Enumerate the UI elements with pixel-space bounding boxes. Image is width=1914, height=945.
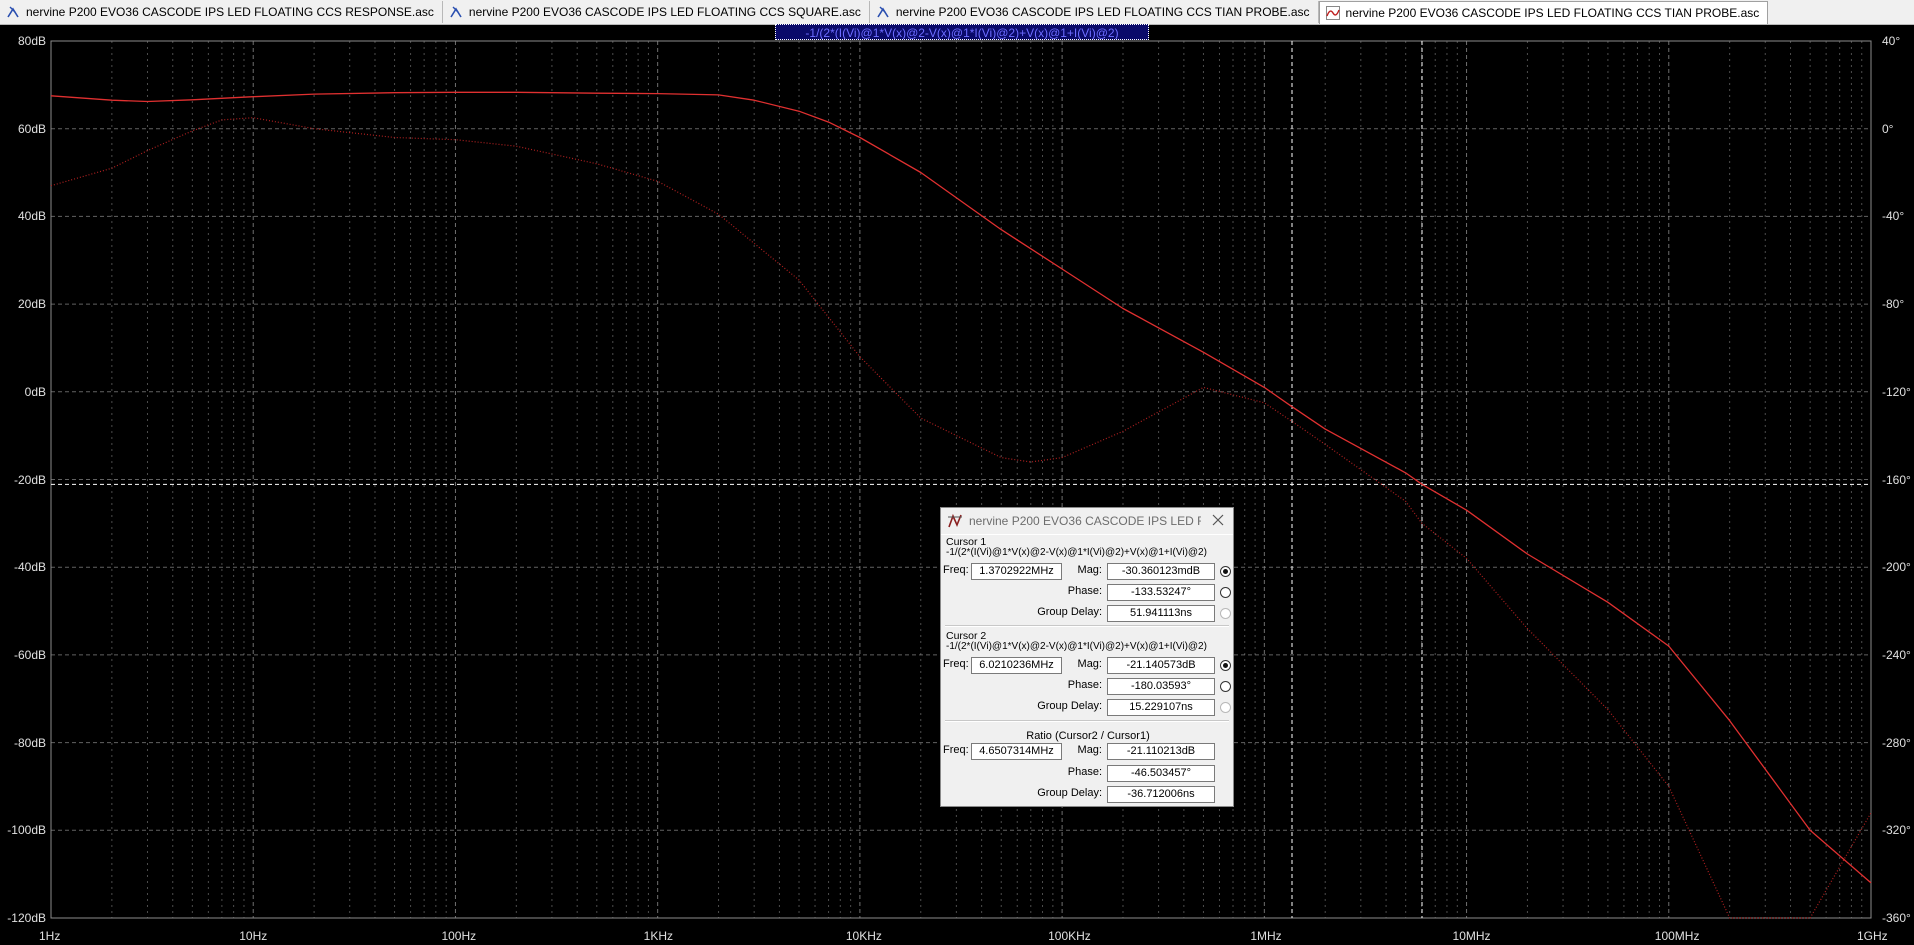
- y-axis-right-tick-label: -160°: [1882, 472, 1911, 487]
- y-axis-right-tick-label: -120°: [1882, 384, 1911, 399]
- trace-expression-label[interactable]: -1/(2*(I(Vi)@1*V(x)@2-V(x)@1*I(Vi)@2)+V(…: [775, 24, 1149, 40]
- cursor2-mag-radio[interactable]: [1220, 660, 1231, 671]
- x-axis-tick-label: 1MHz: [1250, 929, 1282, 943]
- cursor2-phase-radio[interactable]: [1220, 681, 1231, 692]
- ratio-phase-label: Phase:: [1067, 766, 1102, 778]
- ratio-mag-field[interactable]: -21.110213dB: [1107, 743, 1215, 760]
- cursor1-phase-radio[interactable]: [1220, 587, 1231, 598]
- y-axis-left-tick-label: 20dB: [17, 297, 46, 312]
- y-axis-left-tick-label: 60dB: [17, 121, 46, 136]
- section-divider: [945, 720, 1229, 722]
- close-icon[interactable]: [1211, 513, 1225, 527]
- y-axis-left-tick-label: -20dB: [13, 472, 46, 487]
- cursor-window-titlebar[interactable]: nervine P200 EVO36 CASCODE IPS LED FL...: [941, 508, 1233, 535]
- cursor1-expression: -1/(2*(I(Vi)@1*V(x)@2-V(x)@1*I(Vi)@2)+V(…: [946, 547, 1207, 558]
- cursor1-mag-field[interactable]: -30.360123mdB: [1107, 563, 1215, 580]
- x-axis-tick-label: 10MHz: [1452, 929, 1491, 943]
- y-axis-right-tick-label: -360°: [1882, 911, 1911, 925]
- cursor1-mag-radio[interactable]: [1220, 566, 1231, 577]
- x-axis-tick-label: 1Hz: [39, 929, 61, 943]
- tab-tian-probe-schematic[interactable]: nervine P200 EVO36 CASCODE IPS LED FLOAT…: [870, 1, 1319, 23]
- cursor2-freq-field[interactable]: 6.0210236MHz: [971, 657, 1062, 674]
- cursor-window-title: nervine P200 EVO36 CASCODE IPS LED FL...: [969, 514, 1201, 528]
- tab-tian-probe-waveform[interactable]: nervine P200 EVO36 CASCODE IPS LED FLOAT…: [1318, 1, 1769, 24]
- document-tab-bar: nervine P200 EVO36 CASCODE IPS LED FLOAT…: [0, 0, 1914, 25]
- ratio-freq-label: Freq:: [943, 744, 969, 756]
- schematic-icon: [450, 6, 462, 18]
- tab-label: nervine P200 EVO36 CASCODE IPS LED FLOAT…: [1345, 6, 1760, 20]
- cursor2-group-delay-field[interactable]: 15.229107ns: [1107, 699, 1215, 716]
- y-axis-left-tick-label: 80dB: [17, 34, 46, 48]
- tab-label: nervine P200 EVO36 CASCODE IPS LED FLOAT…: [895, 5, 1310, 19]
- tab-square-schematic[interactable]: nervine P200 EVO36 CASCODE IPS LED FLOAT…: [443, 1, 870, 23]
- x-axis-tick-label: 100Hz: [441, 929, 477, 943]
- y-axis-right-tick-label: -320°: [1882, 823, 1911, 838]
- y-axis-right-tick-label: -280°: [1882, 735, 1911, 750]
- cursor2-freq-label: Freq:: [943, 658, 969, 670]
- cursor2-mag-label: Mag:: [1077, 658, 1102, 670]
- cursor-readout-window[interactable]: nervine P200 EVO36 CASCODE IPS LED FL...…: [940, 507, 1234, 807]
- y-axis-left-tick-label: 0dB: [24, 384, 46, 399]
- x-axis-tick-label: 100MHz: [1654, 929, 1700, 943]
- ratio-header: Ratio (Cursor2 / Cursor1): [1026, 730, 1150, 742]
- cursor2-expression: -1/(2*(I(Vi)@1*V(x)@2-V(x)@1*I(Vi)@2)+V(…: [946, 641, 1207, 652]
- cursor2-phase-field[interactable]: -180.03593°: [1107, 678, 1215, 695]
- ratio-freq-field[interactable]: 4.6507314MHz: [971, 743, 1062, 760]
- cursor1-freq-field[interactable]: 1.3702922MHz: [971, 563, 1062, 580]
- y-axis-right-tick-label: -40°: [1882, 209, 1905, 224]
- tab-label: nervine P200 EVO36 CASCODE IPS LED FLOAT…: [468, 5, 861, 19]
- y-axis-left-tick-label: -40dB: [13, 560, 46, 575]
- y-axis-right-tick-label: 0°: [1882, 121, 1894, 136]
- cursor1-phase-label: Phase:: [1067, 585, 1102, 597]
- schematic-icon: [877, 6, 889, 18]
- y-axis-left-tick-label: -120dB: [7, 911, 46, 925]
- y-axis-right-tick-label: -240°: [1882, 647, 1911, 662]
- cursor1-mag-label: Mag:: [1077, 564, 1102, 576]
- x-axis-tick-label: 100KHz: [1048, 929, 1091, 943]
- y-axis-left-tick-label: -80dB: [13, 735, 46, 750]
- cursor2-group-delay-label: Group Delay:: [1037, 700, 1102, 712]
- cursor2-phase-label: Phase:: [1067, 679, 1102, 691]
- cursor1-group-delay-radio[interactable]: [1220, 608, 1231, 619]
- cursor1-freq-label: Freq:: [943, 564, 969, 576]
- x-axis-tick-label: 1KHz: [643, 929, 673, 943]
- tab-response-schematic[interactable]: nervine P200 EVO36 CASCODE IPS LED FLOAT…: [0, 1, 443, 23]
- cursor2-mag-field[interactable]: -21.140573dB: [1107, 657, 1215, 674]
- y-axis-right-tick-label: 40°: [1882, 34, 1901, 48]
- ltspice-app-icon: [948, 513, 962, 528]
- ratio-mag-label: Mag:: [1077, 744, 1102, 756]
- cursor2-group-delay-radio[interactable]: [1220, 702, 1231, 713]
- schematic-icon: [7, 6, 19, 18]
- y-axis-right-tick-label: -200°: [1882, 560, 1911, 575]
- section-divider: [945, 625, 1229, 627]
- cursor1-group-delay-field[interactable]: 51.941113ns: [1107, 605, 1215, 622]
- ratio-group-delay-field[interactable]: -36.712006ns: [1107, 786, 1215, 803]
- y-axis-left-tick-label: -100dB: [7, 823, 46, 838]
- y-axis-left-tick-label: -60dB: [13, 647, 46, 662]
- ratio-group-delay-label: Group Delay:: [1037, 787, 1102, 799]
- cursor1-phase-field[interactable]: -133.53247°: [1107, 584, 1215, 601]
- x-axis-tick-label: 10KHz: [845, 929, 882, 943]
- x-axis-tick-label: 1GHz: [1857, 929, 1888, 943]
- tab-label: nervine P200 EVO36 CASCODE IPS LED FLOAT…: [26, 5, 434, 19]
- ratio-phase-field[interactable]: -46.503457°: [1107, 765, 1215, 782]
- x-axis-tick-label: 10Hz: [239, 929, 268, 943]
- y-axis-left-tick-label: 40dB: [17, 209, 46, 224]
- cursor1-group-delay-label: Group Delay:: [1037, 606, 1102, 618]
- waveform-icon: [1325, 6, 1340, 20]
- y-axis-right-tick-label: -80°: [1882, 297, 1905, 312]
